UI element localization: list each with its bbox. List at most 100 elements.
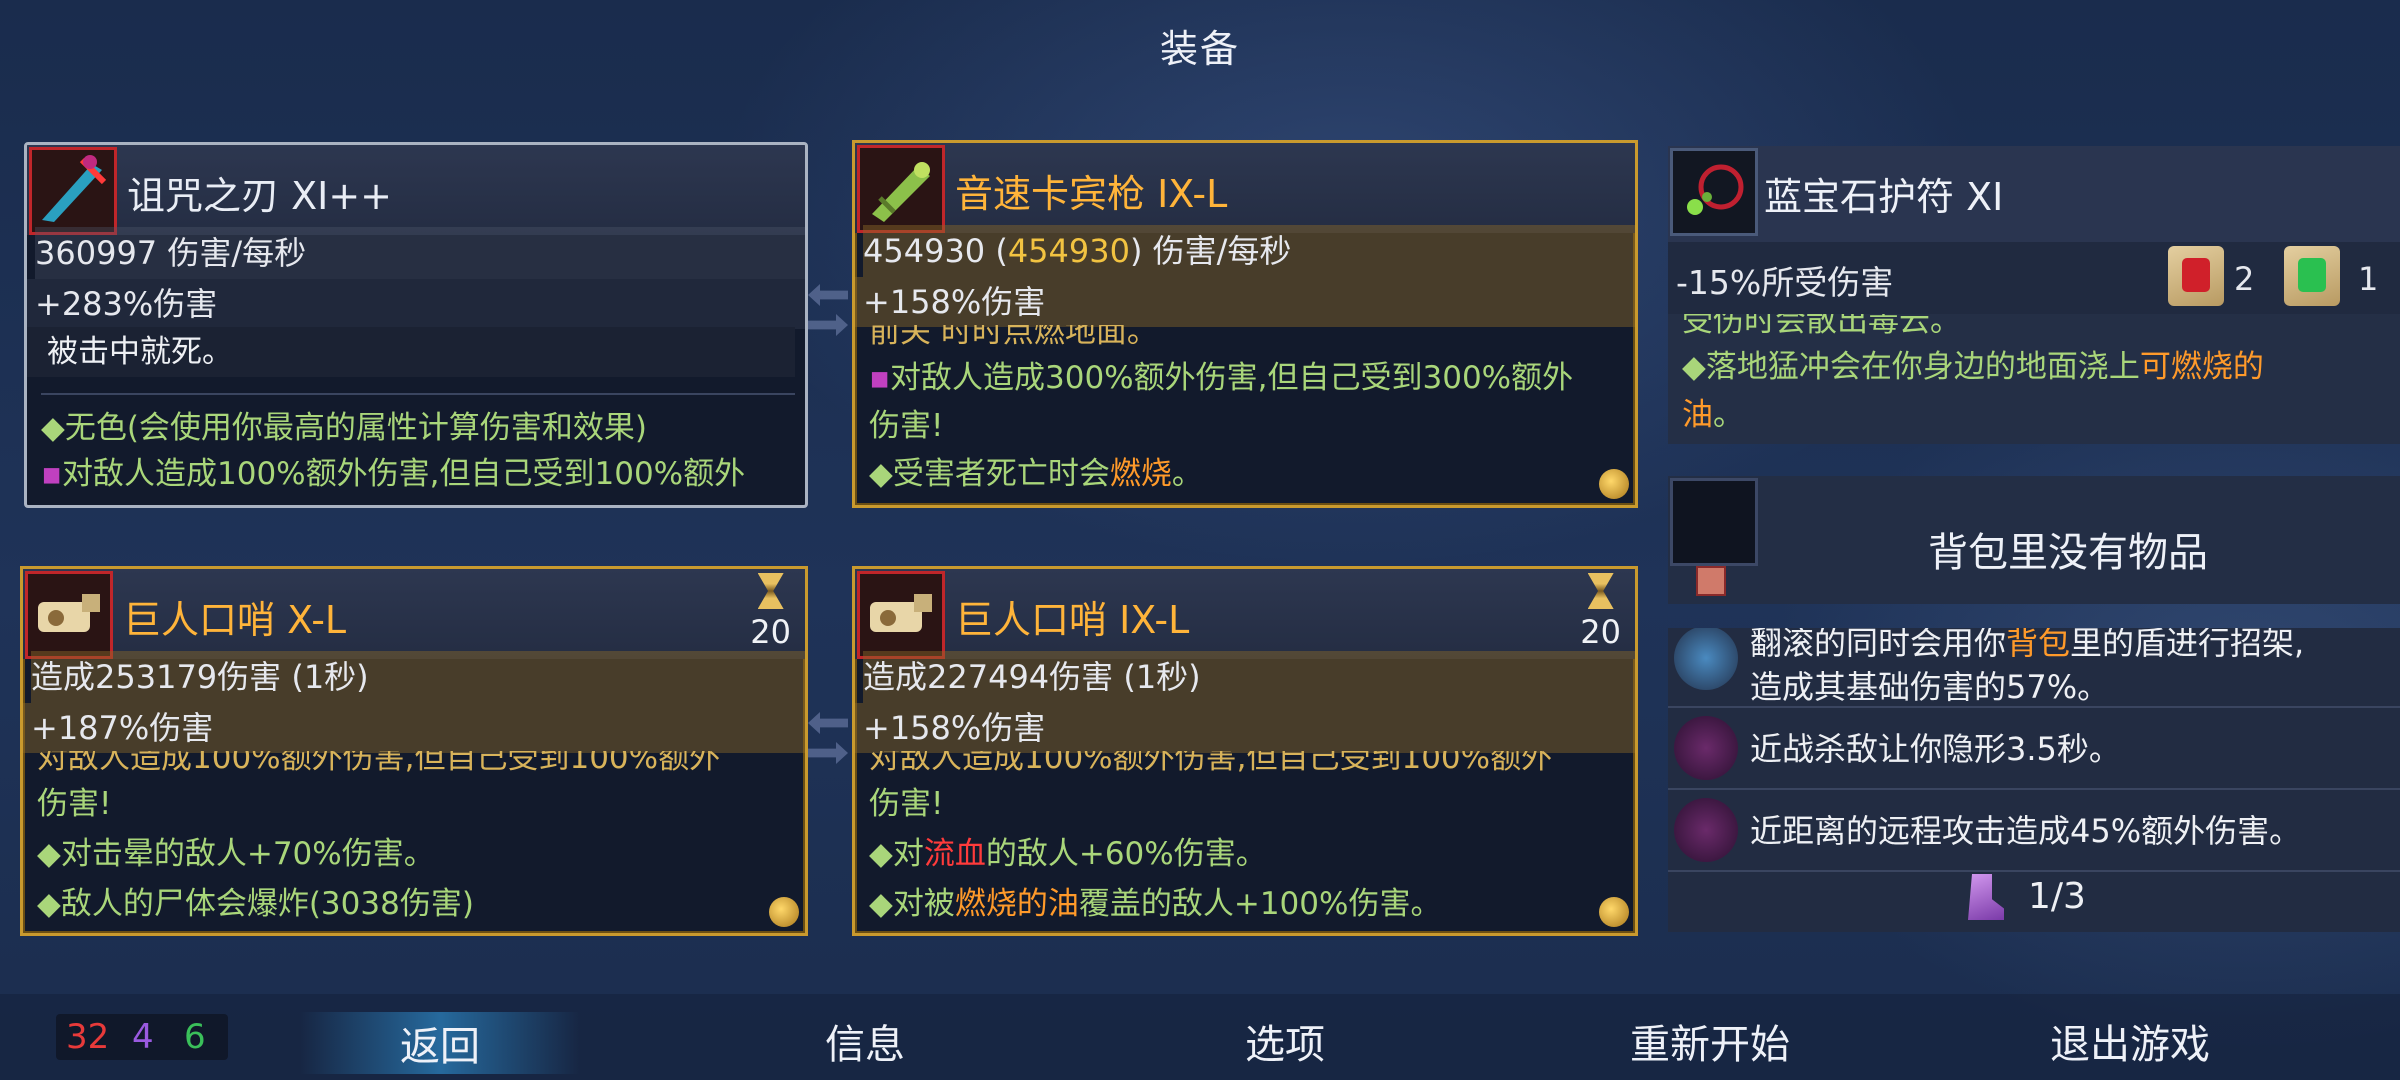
amulet-affix-text: 。 bbox=[1713, 397, 1744, 433]
amulet-affix: 油。 bbox=[1682, 390, 2390, 440]
back-button[interactable]: 返回 bbox=[300, 1012, 580, 1074]
mutation-text-line2: 造成其基础伤害的57%。 bbox=[1750, 668, 2110, 706]
hourglass-icon bbox=[757, 573, 784, 609]
keyword-bleed: 流血 bbox=[923, 836, 986, 872]
item-damage-bonus: +187%伤害 bbox=[23, 703, 805, 753]
item-affix-text: ◆对被 bbox=[869, 886, 955, 922]
item-affix-text: 覆盖的敌人+100%伤害。 bbox=[1078, 886, 1442, 922]
mutation-text: 翻滚的同时会用你背包里的盾进行招架, bbox=[1750, 628, 2304, 664]
legendary-corner-icon bbox=[1599, 469, 1629, 499]
item-affix-text: 对敌人造成300%额外伤害,但自己受到300%额外 bbox=[890, 360, 1574, 396]
amulet-name: 蓝宝石护符 XI bbox=[1764, 175, 2004, 219]
item-affix-text: 的敌人+60%伤害。 bbox=[985, 836, 1267, 872]
item-effect: 被击中就死。 bbox=[27, 327, 795, 377]
swap-arrows-icon[interactable] bbox=[808, 276, 852, 366]
mutation-text: 近战杀敌让你隐形3.5秒。 bbox=[1750, 730, 2121, 768]
item-affix: 伤害! bbox=[37, 786, 112, 822]
item-affix: ◆受害者死亡时会燃烧。 bbox=[869, 449, 1625, 499]
item-damage: 造成253179伤害 (1秒) bbox=[31, 651, 805, 703]
power-scroll-count: 2 bbox=[2234, 260, 2255, 298]
item-affix-text: 。 bbox=[1171, 456, 1203, 492]
amulet-icon bbox=[1670, 148, 1758, 236]
item-name: 诅咒之刃 XI++ bbox=[127, 174, 392, 218]
page-title: 装备 bbox=[1159, 27, 1240, 71]
cooldown-timer: 20 bbox=[1580, 573, 1621, 651]
item-damage: 造成227494伤害 (1秒) bbox=[863, 651, 1635, 703]
amulet-stat: -15%所受伤害 bbox=[1676, 263, 1894, 302]
amulet-description: 受伤时会散出毒云。 ◆落地猛冲会在你身边的地面浇上可燃烧的 油。 bbox=[1668, 314, 2400, 444]
item-affix: ◆敌人的尸体会爆炸(3038伤害) bbox=[37, 886, 474, 922]
keyword-flammable: 可燃烧的 bbox=[2139, 349, 2264, 385]
item-affix-cut: 对敌人造成100%额外伤害,但自己受到100%额外 bbox=[37, 751, 721, 773]
item-damage-bonus: +283%伤害 bbox=[27, 279, 805, 329]
amulet-panel[interactable]: 蓝宝石护符 XI bbox=[1668, 146, 2400, 242]
quit-game-button[interactable]: 退出游戏 bbox=[2030, 1012, 2230, 1070]
mutation-slot-count: 1/3 bbox=[2028, 876, 2086, 917]
gun-icon bbox=[857, 145, 945, 233]
legendary-corner-icon bbox=[769, 897, 799, 927]
item-affix: ▪对敌人造成300%额外伤害,但自己受到300%额外 bbox=[869, 360, 1574, 396]
item-affix-text: ◆受害者死亡时会 bbox=[869, 456, 1110, 492]
item-card-giant-whistle-1[interactable]: 巨人口哨 X-L 20 造成253179伤害 (1秒) +187%伤害 对敌人造… bbox=[20, 566, 808, 936]
item-dps-unit: ) 伤害/每秒 bbox=[1129, 232, 1292, 270]
mutation-text-part: 里的盾进行招架, bbox=[2070, 628, 2305, 662]
item-affix-cut: 对敌人造成100%额外伤害,但自己受到100%额外 bbox=[869, 751, 1553, 773]
tactics-count: 4 bbox=[132, 1017, 154, 1057]
amulet-affix-cut: 受伤时会散出毒云。 bbox=[1682, 314, 1961, 336]
parry-shield-icon bbox=[1674, 628, 1738, 690]
stat-counters: 32 4 6 bbox=[56, 1014, 228, 1060]
item-dps-base: 454930 ( bbox=[863, 232, 1008, 270]
swap-arrows-icon[interactable] bbox=[808, 704, 852, 794]
item-affix: ◆对被燃烧的油覆盖的敌人+100%伤害。 bbox=[869, 879, 1625, 929]
keyword-oil: 油 bbox=[1682, 397, 1713, 433]
item-affix: ◆对流血的敌人+60%伤害。 bbox=[869, 829, 1625, 879]
sword-icon bbox=[29, 147, 117, 235]
mutation-text-part: 翻滚的同时会用你 bbox=[1750, 628, 2007, 662]
options-button[interactable]: 选项 bbox=[1210, 1012, 1360, 1070]
item-affix-text: 对敌人造成100%额外伤害,但自己受到100%额外 bbox=[62, 456, 746, 492]
mutation-row[interactable]: 近战杀敌让你隐形3.5秒。 bbox=[1668, 708, 2400, 790]
whistle-icon bbox=[857, 571, 945, 659]
item-name: 音速卡宾枪 IX-L bbox=[955, 172, 1228, 216]
item-name: 巨人口哨 X-L bbox=[123, 598, 347, 642]
item-name: 巨人口哨 IX-L bbox=[955, 598, 1190, 642]
info-button[interactable]: 信息 bbox=[790, 1012, 940, 1070]
amulet-affix: ◆落地猛冲会在你身边的地面浇上可燃烧的 bbox=[1682, 342, 2390, 392]
item-affix: ◆对击晕的敌人+70%伤害。 bbox=[37, 836, 435, 872]
ranged-bonus-icon bbox=[1674, 798, 1738, 862]
item-card-sonic-carbine[interactable]: 音速卡宾枪 IX-L 454930 (454930) 伤害/每秒 +158%伤害… bbox=[852, 140, 1638, 508]
cooldown-value: 20 bbox=[1580, 613, 1621, 651]
keyword-oil: 燃烧的油 bbox=[954, 886, 1079, 922]
mutation-text: 近距离的远程攻击造成45%额外伤害。 bbox=[1750, 812, 2302, 850]
mutation-row[interactable]: 近距离的远程攻击造成45%额外伤害。 bbox=[1668, 790, 2400, 872]
mutation-row[interactable]: 翻滚的同时会用你背包里的盾进行招架, 造成其基础伤害的57%。 bbox=[1668, 628, 2400, 708]
item-affix: ▪对敌人造成100%额外伤害,但自己受到100%额外 bbox=[41, 456, 746, 492]
health-scroll-icon bbox=[2284, 246, 2340, 306]
survival-count: 6 bbox=[184, 1017, 206, 1057]
health-scroll-count: 1 bbox=[2358, 260, 2379, 298]
item-affix: ◆无色(会使用你最高的属性计算伤害和效果) bbox=[41, 393, 795, 453]
item-card-curse-blade[interactable]: 诅咒之刃 XI++ 360997 伤害/每秒 +283%伤害 被击中就死。 ◆无… bbox=[24, 142, 808, 508]
brutality-count: 32 bbox=[66, 1017, 110, 1057]
legendary-corner-icon bbox=[1599, 897, 1629, 927]
item-affix-cut: 前关 时时点燃地面。 bbox=[869, 325, 1158, 347]
item-affix: 伤害! bbox=[869, 408, 944, 444]
restart-button[interactable]: 重新开始 bbox=[1610, 1012, 1810, 1070]
hourglass-icon bbox=[1587, 573, 1614, 609]
item-card-giant-whistle-2[interactable]: 巨人口哨 IX-L 20 造成227494伤害 (1秒) +158%伤害 对敌人… bbox=[852, 566, 1638, 936]
keyword-burn: 燃烧 bbox=[1109, 456, 1172, 492]
backpack-panel[interactable]: 背包里没有物品 bbox=[1668, 476, 2400, 604]
invisibility-icon bbox=[1674, 716, 1738, 780]
amulet-stat-row: -15%所受伤害 2 1 bbox=[1668, 242, 2400, 314]
whistle-icon bbox=[25, 571, 113, 659]
backpack-empty-text: 背包里没有物品 bbox=[1928, 530, 2208, 576]
backpack-owner-icon bbox=[1696, 566, 1726, 596]
item-affix: 伤害! bbox=[869, 786, 944, 822]
backpack-slot[interactable] bbox=[1670, 478, 1758, 566]
cooldown-timer: 20 bbox=[750, 573, 791, 651]
item-dps: 454930 (454930) 伤害/每秒 bbox=[863, 225, 1635, 277]
item-damage-bonus: +158%伤害 bbox=[855, 277, 1635, 327]
power-scroll-icon bbox=[2168, 246, 2224, 306]
keyword-backpack: 背包 bbox=[2006, 628, 2071, 662]
amulet-affix-text: ◆落地猛冲会在你身边的地面浇上 bbox=[1682, 349, 2140, 385]
